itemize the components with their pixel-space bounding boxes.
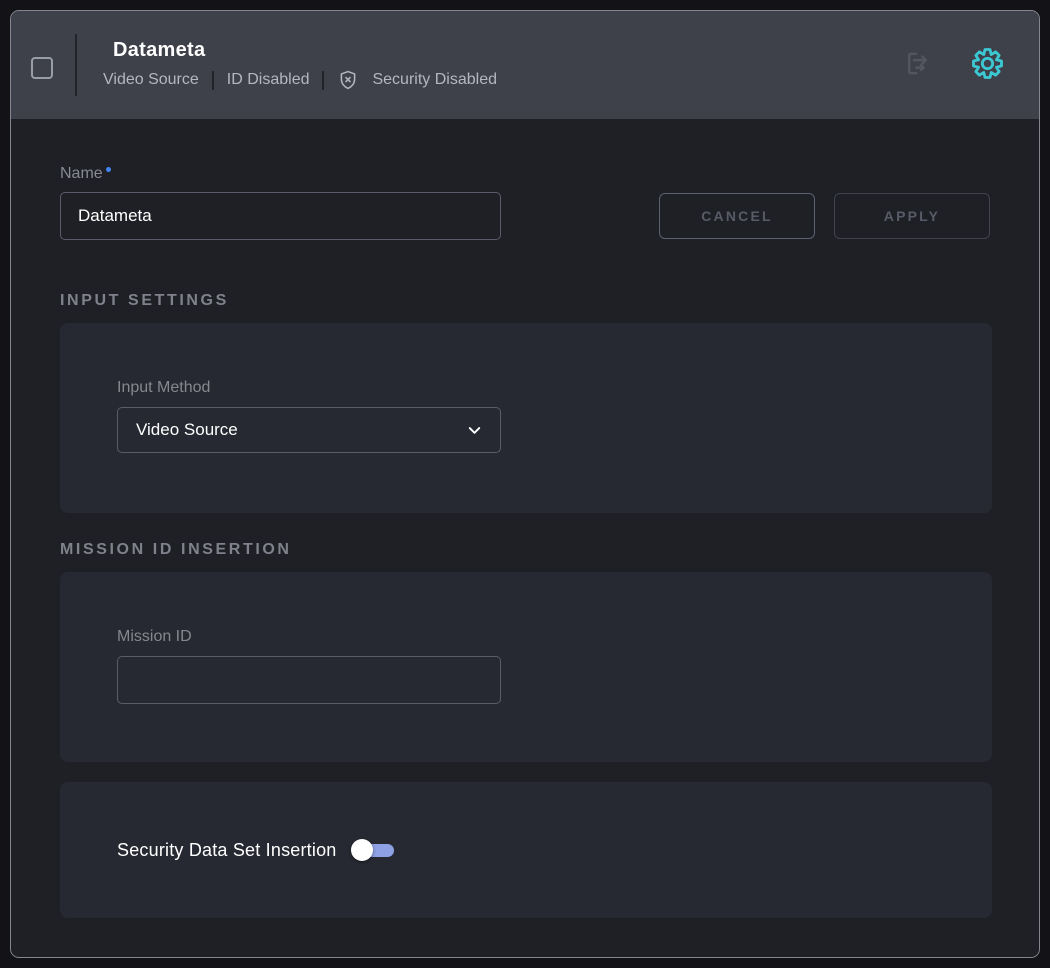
status-id: ID Disabled (227, 71, 310, 89)
apply-button[interactable]: APPLY (834, 193, 990, 239)
panel-body: Name CANCEL APPLY INPUT SETTINGS Input M… (11, 119, 1039, 957)
input-method-select[interactable]: Video Source (117, 407, 501, 453)
header-divider (75, 34, 77, 96)
status-separator (212, 71, 214, 90)
chevron-down-icon (465, 421, 484, 440)
shield-x-icon (337, 69, 359, 91)
status-input-method: Video Source (103, 71, 199, 89)
name-field-block: Name CANCEL APPLY (60, 165, 990, 240)
input-settings-heading: INPUT SETTINGS (60, 292, 990, 310)
input-settings-card: Input Method Video Source (60, 323, 992, 513)
security-card: Security Data Set Insertion (60, 782, 992, 918)
mission-id-input[interactable] (117, 656, 501, 704)
settings-panel: Datameta Video Source ID Disabled Securi… (10, 10, 1040, 958)
mission-id-card: Mission ID (60, 572, 992, 762)
toggle-knob-icon (351, 839, 373, 861)
title-block: Datameta Video Source ID Disabled Securi… (103, 39, 497, 91)
export-icon (901, 49, 930, 81)
panel-header: Datameta Video Source ID Disabled Securi… (11, 11, 1039, 119)
cancel-button[interactable]: CANCEL (659, 193, 815, 239)
select-checkbox[interactable] (31, 57, 53, 79)
input-method-value: Video Source (136, 420, 238, 440)
input-method-label: Input Method (117, 379, 210, 397)
status-separator (322, 71, 324, 90)
export-button[interactable] (901, 49, 930, 81)
required-indicator (106, 167, 111, 172)
status-row: Video Source ID Disabled Security Disabl… (103, 69, 497, 91)
mission-id-heading: MISSION ID INSERTION (60, 541, 990, 559)
settings-button[interactable] (972, 48, 1003, 82)
name-input[interactable] (60, 192, 501, 240)
status-security: Security Disabled (372, 71, 497, 89)
gear-icon (972, 48, 1003, 82)
security-toggle[interactable] (351, 838, 394, 862)
security-toggle-label: Security Data Set Insertion (117, 840, 337, 861)
mission-id-label: Mission ID (117, 628, 192, 646)
page-title: Datameta (113, 39, 497, 62)
name-label: Name (60, 165, 111, 183)
